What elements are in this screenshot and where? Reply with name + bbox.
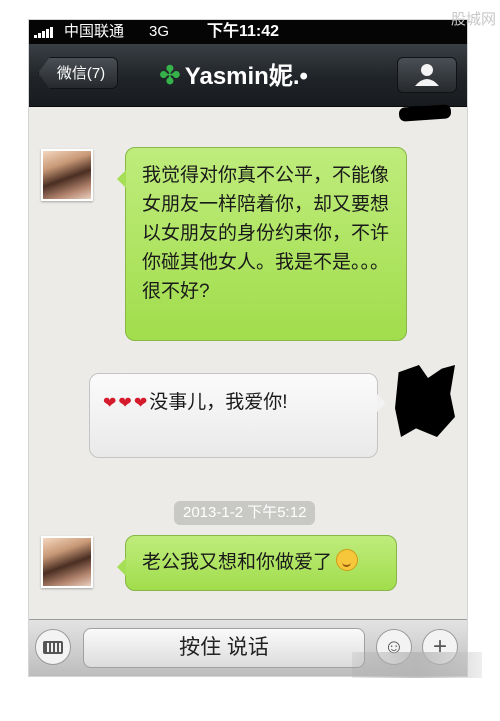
message-bubble-sent[interactable]: ❤❤❤没事儿，我爱你! xyxy=(89,373,386,458)
contact-avatar[interactable] xyxy=(41,149,93,201)
message-text: 没事儿，我爱你! xyxy=(149,392,288,413)
message-bubble-received[interactable]: 老公我又想和你做爱了 xyxy=(117,535,397,591)
message-bubble-received[interactable]: 我觉得对你真不公平，不能像女朋友一样陪着你，却又要想以女朋友的身份约束你，不许你… xyxy=(117,147,407,341)
message-text: 老公我又想和你做爱了 xyxy=(142,552,333,573)
contact-avatar[interactable] xyxy=(41,536,93,588)
status-time: 下午11:42 xyxy=(207,23,280,40)
phone-screen: 中国联通 3G 下午11:42 微信(7) ✤ Yasmin妮.• 我觉得对你真不… xyxy=(29,20,467,676)
keyboard-toggle-button[interactable] xyxy=(35,629,71,665)
censor-scribble xyxy=(398,104,452,122)
blush-smiley-icon xyxy=(336,549,359,571)
lips-emoji-icon: ❤❤❤ xyxy=(103,395,150,412)
timestamp: 2013-1-2 下午5:12 xyxy=(174,501,316,525)
blurred-watermark xyxy=(352,652,482,678)
chat-title: ✤ Yasmin妮.• xyxy=(159,44,308,106)
signal-strength-icon xyxy=(34,27,53,38)
message-text: 我觉得对你真不公平，不能像女朋友一样陪着你，却又要想以女朋友的身份约束你，不许你… xyxy=(142,165,390,302)
watermark: 股城网 xyxy=(450,10,496,28)
navigation-bar: 微信(7) ✤ Yasmin妮.• xyxy=(29,44,467,107)
hold-to-talk-button[interactable]: 按住 说话 xyxy=(83,628,365,668)
back-button[interactable]: 微信(7) xyxy=(38,57,118,89)
profile-button[interactable] xyxy=(397,57,457,93)
clover-icon: ✤ xyxy=(159,60,181,90)
status-bar: 中国联通 3G 下午11:42 xyxy=(29,20,467,44)
person-icon xyxy=(415,64,439,86)
carrier-name: 中国联通 xyxy=(64,23,125,40)
contact-name: Yasmin妮.• xyxy=(184,63,308,90)
censor-scribble xyxy=(395,365,455,437)
network-type: 3G xyxy=(149,23,170,40)
keyboard-icon xyxy=(43,640,63,654)
